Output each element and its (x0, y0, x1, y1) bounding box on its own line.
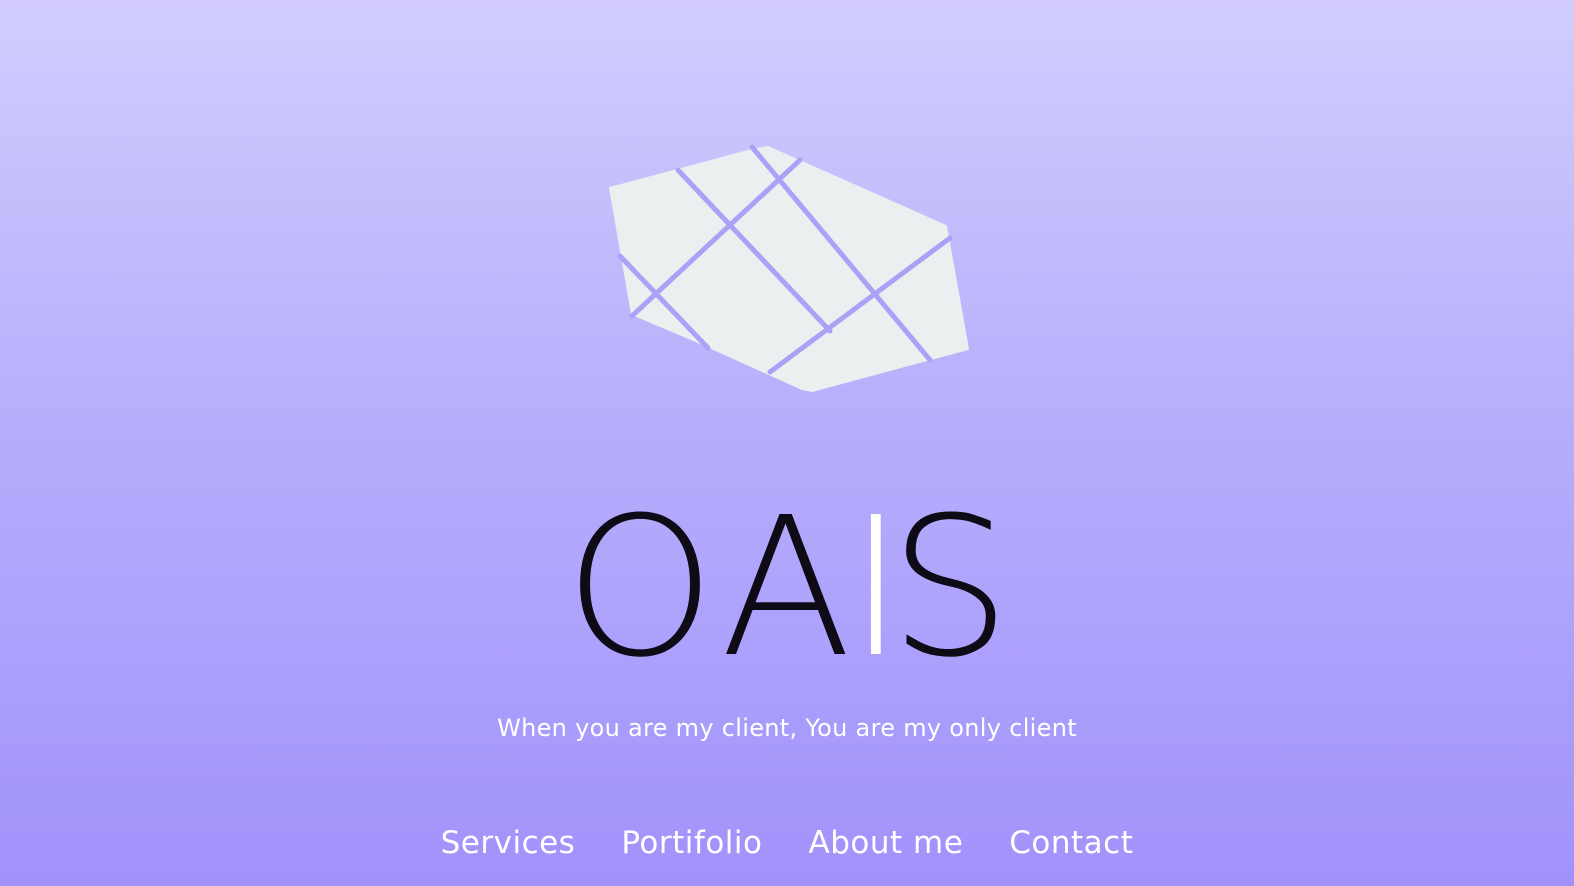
nav-link-about-me[interactable]: About me (808, 825, 963, 861)
nav-link-contact[interactable]: Contact (1009, 825, 1133, 861)
brand-letter-s: S (889, 505, 1011, 665)
nav-link-services[interactable]: Services (441, 825, 576, 861)
tagline: When you are my client, You are my only … (497, 714, 1077, 742)
brand-letter-a: A (720, 505, 851, 665)
nav-link-portfolio[interactable]: Portifolio (621, 825, 762, 861)
brand-wordmark: O A I S (564, 505, 1011, 665)
main-nav: Services Portifolio About me Contact (0, 825, 1574, 861)
faceted-gem-icon (609, 144, 969, 392)
brand-letter-o: O (564, 505, 715, 665)
